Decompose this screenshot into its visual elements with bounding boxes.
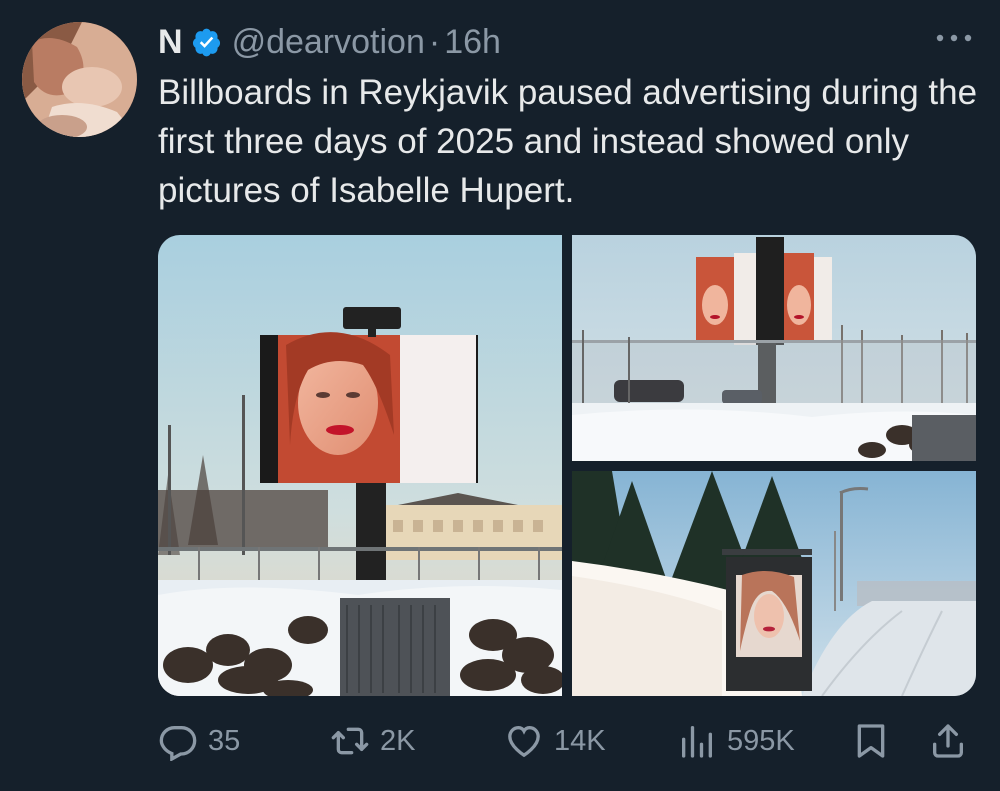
display-name[interactable]: N <box>158 23 183 62</box>
repost-icon <box>331 727 369 755</box>
tweet-header: N @dearvotion · 16h <box>158 20 501 64</box>
more-options-icon[interactable] <box>934 30 974 46</box>
like-count: 14K <box>554 724 606 757</box>
views-chart-icon <box>682 726 712 758</box>
media-image-billboard[interactable] <box>158 235 562 696</box>
bookmark-icon <box>857 724 885 758</box>
billboard-photo <box>158 235 562 696</box>
views-button[interactable]: 595K <box>677 716 795 766</box>
bus-stop-photo <box>572 471 976 696</box>
avatar[interactable] <box>22 22 137 137</box>
tower-photo <box>572 235 976 461</box>
action-bar: 35 2K 14K 595K <box>158 716 978 766</box>
reply-count: 35 <box>208 724 241 757</box>
heart-icon <box>508 725 540 758</box>
media-image-tower[interactable] <box>572 235 976 461</box>
handle[interactable]: @dearvotion <box>232 23 425 62</box>
like-button[interactable]: 14K <box>504 716 606 766</box>
views-count: 595K <box>727 724 795 757</box>
share-icon <box>933 724 963 758</box>
media-grid <box>158 235 976 696</box>
reply-button[interactable]: 35 <box>158 716 240 766</box>
reply-icon <box>159 726 197 761</box>
tweet: N @dearvotion · 16h Billboards in Reykja… <box>0 0 1000 791</box>
avatar-image <box>22 22 137 137</box>
separator-dot: · <box>428 22 441 61</box>
bookmark-button[interactable] <box>851 716 891 766</box>
verified-badge-icon <box>192 28 220 56</box>
timestamp[interactable]: 16h <box>444 23 501 62</box>
repost-count: 2K <box>380 724 416 757</box>
media-image-bus-stop[interactable] <box>572 471 976 696</box>
share-button[interactable] <box>928 716 968 766</box>
tweet-text: Billboards in Reykjavik paused advertisi… <box>158 73 978 210</box>
repost-button[interactable]: 2K <box>330 716 415 766</box>
